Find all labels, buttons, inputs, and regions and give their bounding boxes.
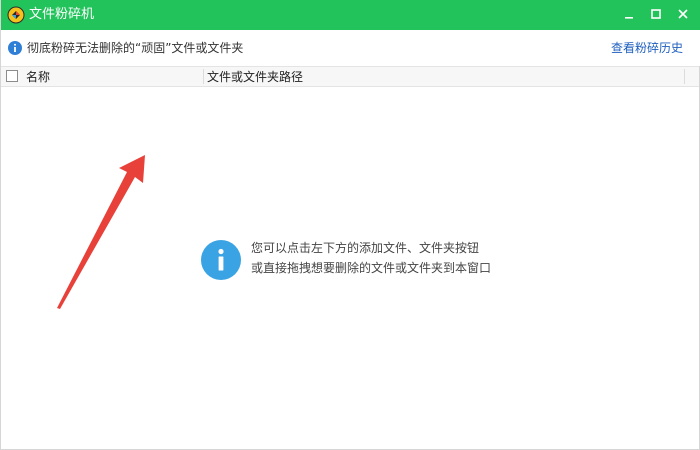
file-table-header: 名称 文件或文件夹路径 <box>1 66 699 87</box>
column-divider[interactable] <box>203 69 204 84</box>
maximize-button[interactable] <box>642 0 670 28</box>
minimize-button[interactable] <box>615 0 643 28</box>
maximize-icon <box>651 9 661 19</box>
select-all-checkbox[interactable] <box>6 70 18 82</box>
close-button[interactable] <box>669 0 697 28</box>
column-header-path[interactable]: 文件或文件夹路径 <box>207 69 303 85</box>
column-divider[interactable] <box>684 69 685 84</box>
title-bar[interactable]: 文件粉碎机 <box>1 0 700 30</box>
window-title: 文件粉碎机 <box>29 7 95 22</box>
minimize-icon <box>625 17 633 19</box>
info-icon <box>201 240 241 280</box>
info-text: 彻底粉碎无法删除的“顽固”文件或文件夹 <box>27 41 244 55</box>
empty-hint-line-2: 或直接拖拽想要删除的文件或文件夹到本窗口 <box>251 261 492 275</box>
close-icon <box>678 9 688 19</box>
app-logo-icon <box>7 6 25 24</box>
empty-hint-line-1: 您可以点击左下方的添加文件、文件夹按钮 <box>251 241 480 255</box>
column-header-name[interactable]: 名称 <box>26 69 50 85</box>
info-icon <box>8 41 22 55</box>
view-history-link[interactable]: 查看粉碎历史 <box>611 40 683 56</box>
info-bar: 彻底粉碎无法删除的“顽固”文件或文件夹 查看粉碎历史 <box>1 30 700 66</box>
file-shredder-window: 文件粉碎机 彻底粉碎无法删除的“顽固”文件或文件夹 查看粉碎历史 名称 文件或文… <box>0 0 700 450</box>
